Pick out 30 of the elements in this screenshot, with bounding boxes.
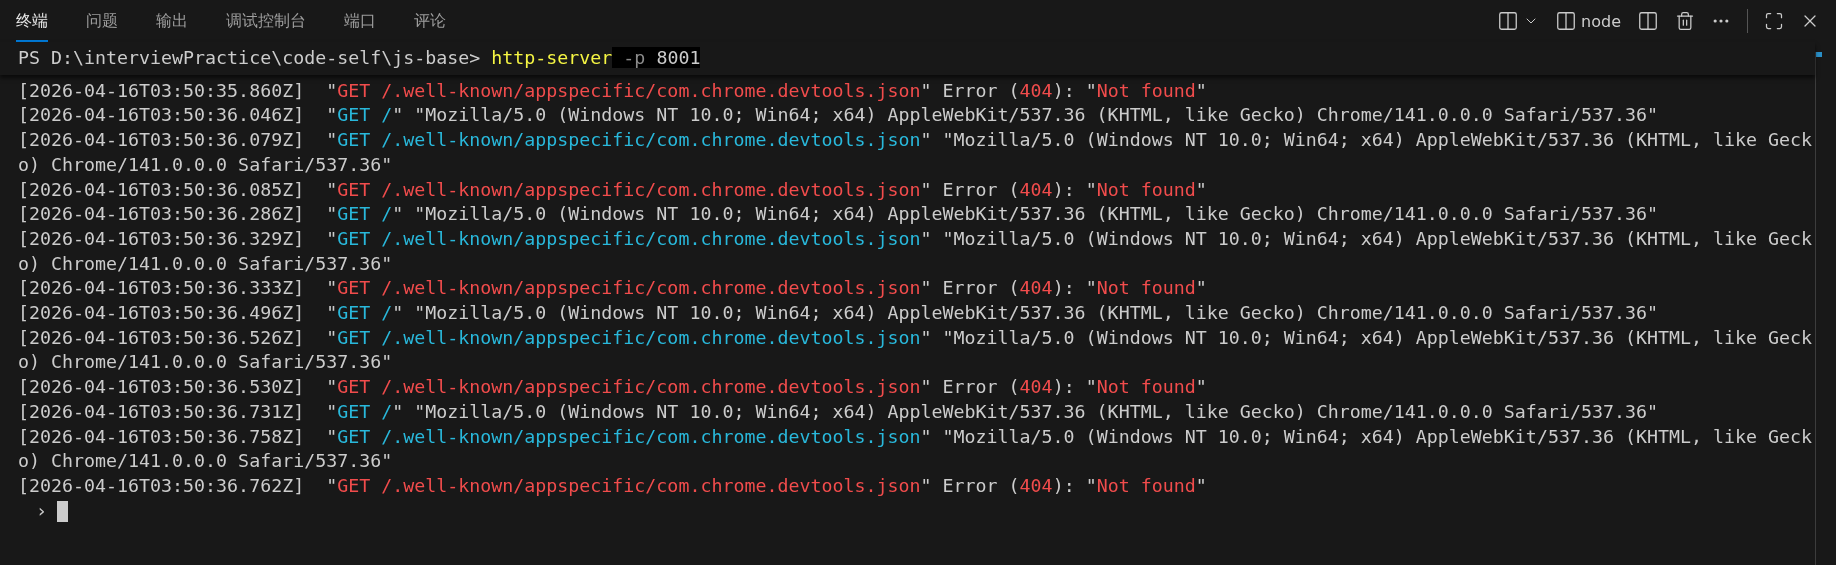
maximize-icon[interactable] bbox=[1764, 11, 1784, 31]
log-line: [2026-04-16T03:50:36.046Z] "GET /" "Mozilla/5.0 (Windows NT 10.0; Win64; x64) AppleWebKit/537.36 (KHTML, like Gecko) Chrome/141.0.0.0 Safari/537.36" bbox=[18, 103, 1659, 128]
panel-tab[interactable]: 输出 bbox=[156, 0, 188, 42]
panel-tab[interactable]: 调试控制台 bbox=[226, 0, 306, 42]
log-line: [2026-04-16T03:50:36.085Z] "GET /.well-known/appspecific/com.chrome.devtools.json" Error (404): "Not found" bbox=[18, 177, 1208, 202]
split-terminal-icon[interactable] bbox=[1637, 10, 1659, 32]
log-line: [2026-04-16T03:50:36.079Z] "GET /.well-known/appspecific/com.chrome.devtools.json" "Mozilla/5.0 (Windows NT 10.0; Win64; x64) AppleWebKit/537.36 (KHTML, like Gecko) Chrome/141.0.0.0 Safari/537.36" bbox=[18, 128, 1814, 177]
log-line: [2026-04-16T03:50:36.762Z] "GET /.well-known/appspecific/com.chrome.devtools.json" Error (404): "Not found" bbox=[18, 473, 1208, 498]
log-line: [2026-04-16T03:50:36.731Z] "GET /" "Mozilla/5.0 (Windows NT 10.0; Win64; x64) AppleWebKit/537.36 (KHTML, like Gecko) Chrome/141.0.0.0 Safari/537.36" bbox=[18, 399, 1659, 424]
scroll-marker bbox=[1816, 52, 1822, 57]
log-line: [2026-04-16T03:50:36.286Z] "GET /" "Mozilla/5.0 (Windows NT 10.0; Win64; x64) AppleWebKit/537.36 (KHTML, like Gecko) Chrome/141.0.0.0 Safari/537.36" bbox=[18, 202, 1659, 227]
panel-tab[interactable]: 终端 bbox=[16, 0, 48, 42]
terminal-selector[interactable]: node bbox=[1555, 10, 1621, 32]
log-line: [2026-04-16T03:50:36.496Z] "GET /" "Mozilla/5.0 (Windows NT 10.0; Win64; x64) AppleWebKit/537.36 (KHTML, like Gecko) Chrome/141.0.0.0 Safari/537.36" bbox=[18, 301, 1659, 326]
log-line: [2026-04-16T03:50:36.526Z] "GET /.well-known/appspecific/com.chrome.devtools.json" "Mozilla/5.0 (Windows NT 10.0; Win64; x64) AppleWebKit/537.36 (KHTML, like Gecko) Chrome/141.0.0.0 Safari/537.36" bbox=[18, 325, 1814, 375]
trash-icon[interactable] bbox=[1675, 11, 1695, 31]
text-cursor bbox=[57, 500, 68, 522]
log-line: [2026-04-16T03:50:36.758Z] "GET /.well-known/appspecific/com.chrome.devtools.json" "Mozilla/5.0 (Windows NT 10.0; Win64; x64) AppleWebKit/537.36 (KHTML, like Gecko) Chrome/141.0.0.0 Safari/537.36" bbox=[18, 424, 1814, 474]
log-line: [2026-04-16T03:50:36.333Z] "GET /.well-known/appspecific/com.chrome.devtools.json" Error (404): "Not found" bbox=[18, 276, 1208, 301]
panel-tab[interactable]: 问题 bbox=[86, 0, 118, 42]
prompt-symbol: › bbox=[36, 498, 47, 523]
panel-tab[interactable]: 端口 bbox=[344, 0, 376, 42]
command-line: PS D:\interviewPractice\code-self\js-base> http-server -p 8001 bbox=[0, 42, 1815, 75]
log-line: [2026-04-16T03:50:35.860Z] "GET /.well-known/appspecific/com.chrome.devtools.json" Error (404): "Not found" bbox=[18, 78, 1208, 103]
split-panel-icon bbox=[1497, 10, 1520, 32]
split-panel-icon bbox=[1555, 10, 1578, 32]
log-line: [2026-04-16T03:50:36.530Z] "GET /.well-known/appspecific/com.chrome.devtools.json" Error (404): "Not found" bbox=[18, 375, 1208, 400]
terminal-name: node bbox=[1581, 11, 1621, 31]
log-line: [2026-04-16T03:50:36.329Z] "GET /.well-known/appspecific/com.chrome.devtools.json" "Mozilla/5.0 (Windows NT 10.0; Win64; x64) AppleWebKit/537.36 (KHTML, like Gecko) Chrome/141.0.0.0 Safari/537.36" bbox=[18, 226, 1814, 276]
panel-tab[interactable]: 评论 bbox=[414, 0, 446, 42]
